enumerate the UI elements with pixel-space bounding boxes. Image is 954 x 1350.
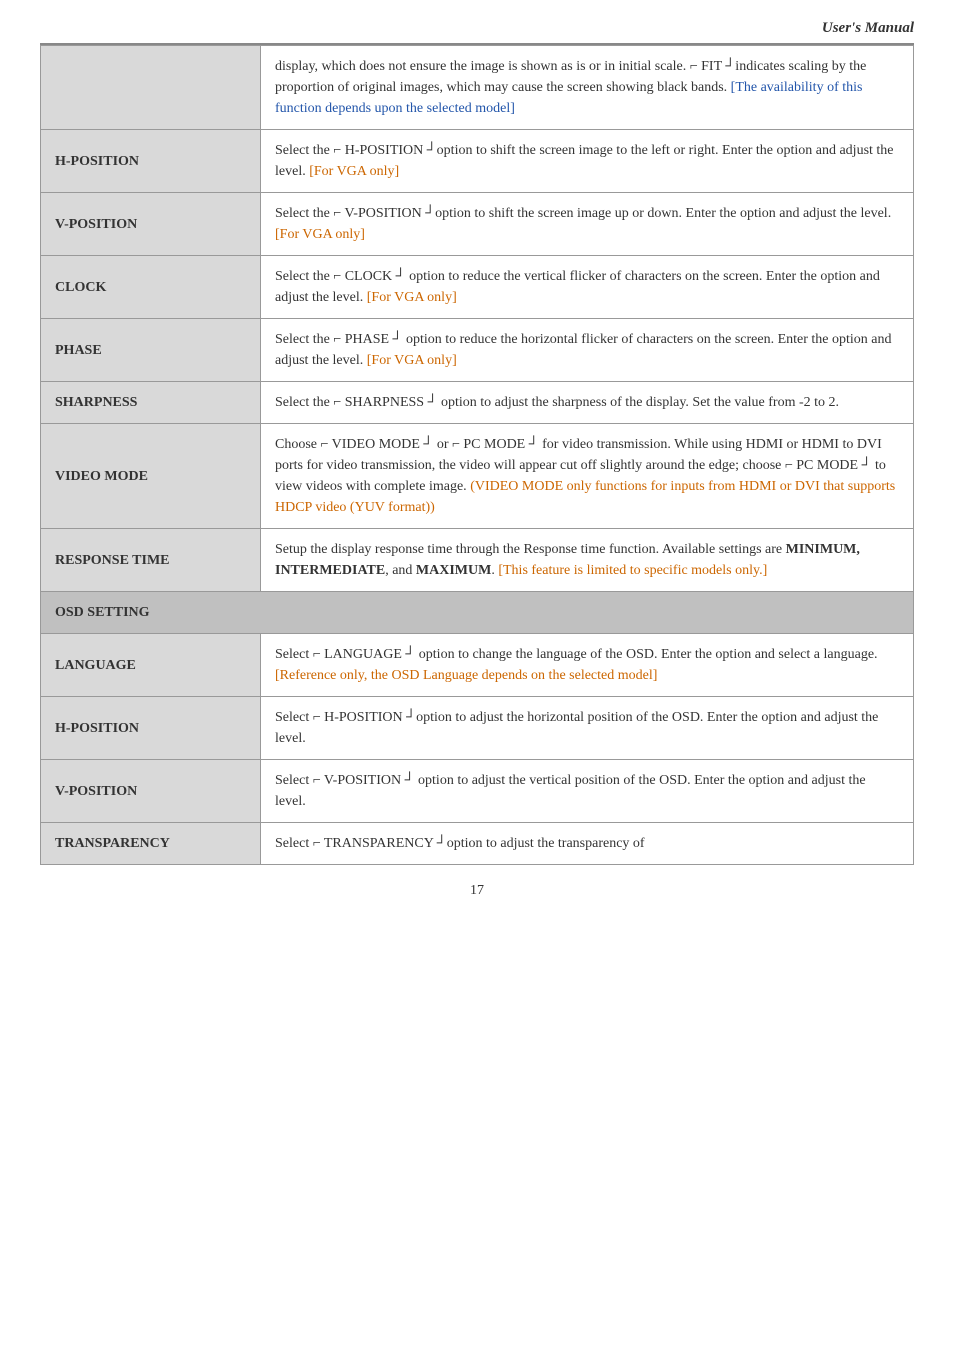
row-content: Select ⌐ V-POSITION ┘ option to adjust t… <box>261 760 914 823</box>
row-content: Select the ⌐ V-POSITION ┘option to shift… <box>261 193 914 256</box>
normal-text: Setup the display response time through … <box>275 542 786 557</box>
row-label: RESPONSE TIME <box>41 529 261 592</box>
orange-text: [For VGA only] <box>309 164 399 179</box>
row-label: V-POSITION <box>41 760 261 823</box>
row-label: LANGUAGE <box>41 634 261 697</box>
normal-text: Select ⌐ LANGUAGE ┘ option to change the… <box>275 647 878 662</box>
row-label: VIDEO MODE <box>41 424 261 529</box>
section-header-cell: OSD SETTING <box>41 592 914 634</box>
orange-text: [For VGA only] <box>367 353 457 368</box>
row-label: CLOCK <box>41 256 261 319</box>
bold-text: MAXIMUM <box>416 563 491 578</box>
table-row: H-POSITION Select ⌐ H-POSITION ┘option to… <box>41 697 914 760</box>
normal-text: Select ⌐ H-POSITION ┘option to adjust th… <box>275 710 878 746</box>
row-label <box>41 46 261 130</box>
bold-text: MINIMUM, <box>786 542 860 557</box>
row-label: TRANSPARENCY <box>41 823 261 865</box>
table-row: VIDEO MODEChoose ⌐ VIDEO MODE ┘ or ⌐ PC … <box>41 424 914 529</box>
table-row: V-POSITION Select the ⌐ V-POSITION ┘optio… <box>41 193 914 256</box>
table-row: SHARPNESS Select the ⌐ SHARPNESS ┘ option… <box>41 382 914 424</box>
table-row: CLOCK Select the ⌐ CLOCK ┘ option to redu… <box>41 256 914 319</box>
normal-text: Select the ⌐ CLOCK ┘ option to reduce th… <box>275 269 880 305</box>
table-row: PHASESelect the ⌐ PHASE ┘ option to redu… <box>41 319 914 382</box>
normal-text: Select the ⌐ V-POSITION ┘option to shift… <box>275 206 891 221</box>
table-row: OSD SETTING <box>41 592 914 634</box>
row-content: Select the ⌐ CLOCK ┘ option to reduce th… <box>261 256 914 319</box>
page-number: 17 <box>40 883 914 899</box>
table-row: LANGUAGE Select ⌐ LANGUAGE ┘ option to ch… <box>41 634 914 697</box>
row-content: Select the ⌐ SHARPNESS ┘ option to adjus… <box>261 382 914 424</box>
row-content: Choose ⌐ VIDEO MODE ┘ or ⌐ PC MODE ┘ for… <box>261 424 914 529</box>
normal-text: Select the ⌐ SHARPNESS ┘ option to adjus… <box>275 395 839 410</box>
table-row: RESPONSE TIME Setup the display response … <box>41 529 914 592</box>
orange-text: [Reference only, the OSD Language depend… <box>275 668 657 683</box>
row-content: Select ⌐ H-POSITION ┘option to adjust th… <box>261 697 914 760</box>
table-row: V-POSITION Select ⌐ V-POSITION ┘ option t… <box>41 760 914 823</box>
row-label: PHASE <box>41 319 261 382</box>
main-table: display, which does not ensure the image… <box>40 45 914 865</box>
row-content: Select the ⌐ H-POSITION ┘option to shift… <box>261 130 914 193</box>
row-content: display, which does not ensure the image… <box>261 46 914 130</box>
row-content: Select the ⌐ PHASE ┘ option to reduce th… <box>261 319 914 382</box>
normal-text: , and <box>385 563 416 578</box>
row-content: Select ⌐ LANGUAGE ┘ option to change the… <box>261 634 914 697</box>
normal-text: Select ⌐ TRANSPARENCY ┘option to adjust … <box>275 836 645 851</box>
page-header: User's Manual <box>40 20 914 45</box>
row-label: H-POSITION <box>41 697 261 760</box>
orange-text: [For VGA only] <box>275 227 365 242</box>
table-row: TRANSPARENCY Select ⌐ TRANSPARENCY ┘optio… <box>41 823 914 865</box>
row-label: SHARPNESS <box>41 382 261 424</box>
orange-text: [For VGA only] <box>367 290 457 305</box>
orange-text: [This feature is limited to specific mod… <box>498 563 767 578</box>
normal-text: Select ⌐ V-POSITION ┘ option to adjust t… <box>275 773 866 809</box>
header-title: User's Manual <box>40 20 914 45</box>
row-content: Setup the display response time through … <box>261 529 914 592</box>
table-row: H-POSITIONSelect the ⌐ H-POSITION ┘optio… <box>41 130 914 193</box>
row-label: H-POSITION <box>41 130 261 193</box>
row-label: V-POSITION <box>41 193 261 256</box>
bold-text: INTERMEDIATE <box>275 563 385 578</box>
row-content: Select ⌐ TRANSPARENCY ┘option to adjust … <box>261 823 914 865</box>
table-row: display, which does not ensure the image… <box>41 46 914 130</box>
